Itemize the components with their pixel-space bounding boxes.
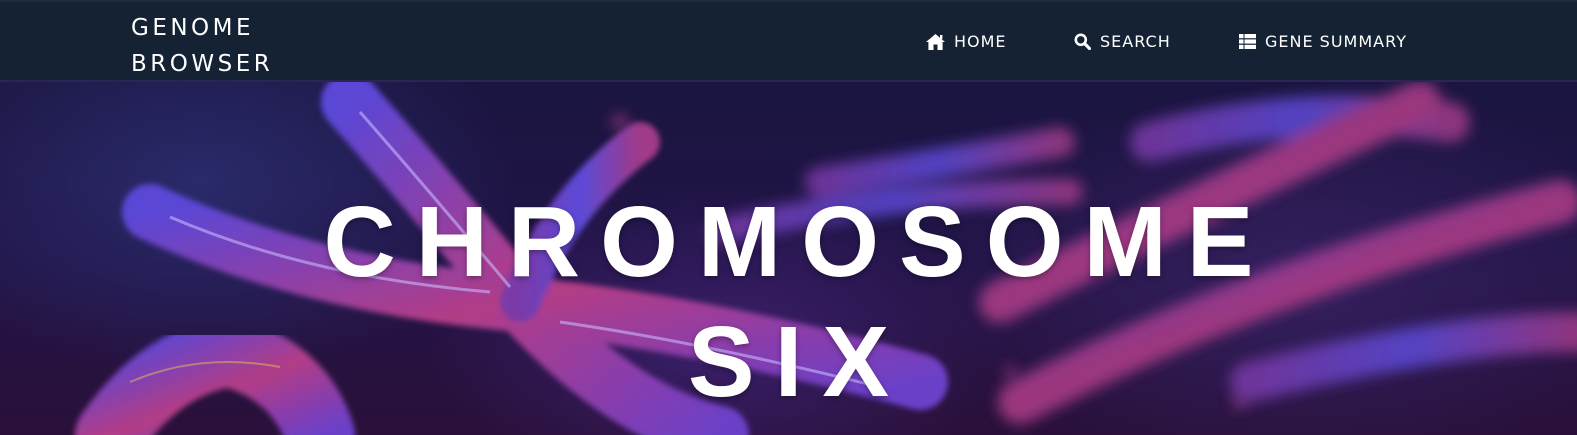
home-icon: [926, 33, 945, 50]
nav-item-gene-summary-label: GENE SUMMARY: [1265, 32, 1407, 51]
search-icon: [1074, 33, 1091, 50]
top-navbar: GENOME BROWSER HOME SEARCH GENE SUMMARY: [0, 0, 1577, 82]
brand-line-1: GENOME: [131, 15, 255, 41]
hero-banner: CHROMOSOME SIX: [0, 82, 1577, 435]
hero-title-line-2: SIX: [687, 306, 910, 418]
page: GENOME BROWSER HOME SEARCH GENE SUMMARY …: [0, 0, 1577, 435]
nav-item-search[interactable]: SEARCH: [1074, 32, 1171, 51]
hero-title-line-1: CHROMOSOME: [323, 186, 1274, 298]
nav-item-search-label: SEARCH: [1100, 32, 1171, 51]
brand-line-2: BROWSER: [131, 51, 274, 77]
list-icon: [1239, 34, 1256, 49]
nav-item-gene-summary[interactable]: GENE SUMMARY: [1239, 32, 1407, 51]
hero-title: CHROMOSOME SIX: [0, 182, 1577, 422]
nav-item-home[interactable]: HOME: [926, 32, 1007, 51]
brand-logo-link[interactable]: GENOME BROWSER: [131, 10, 273, 82]
nav-item-home-label: HOME: [954, 32, 1007, 51]
